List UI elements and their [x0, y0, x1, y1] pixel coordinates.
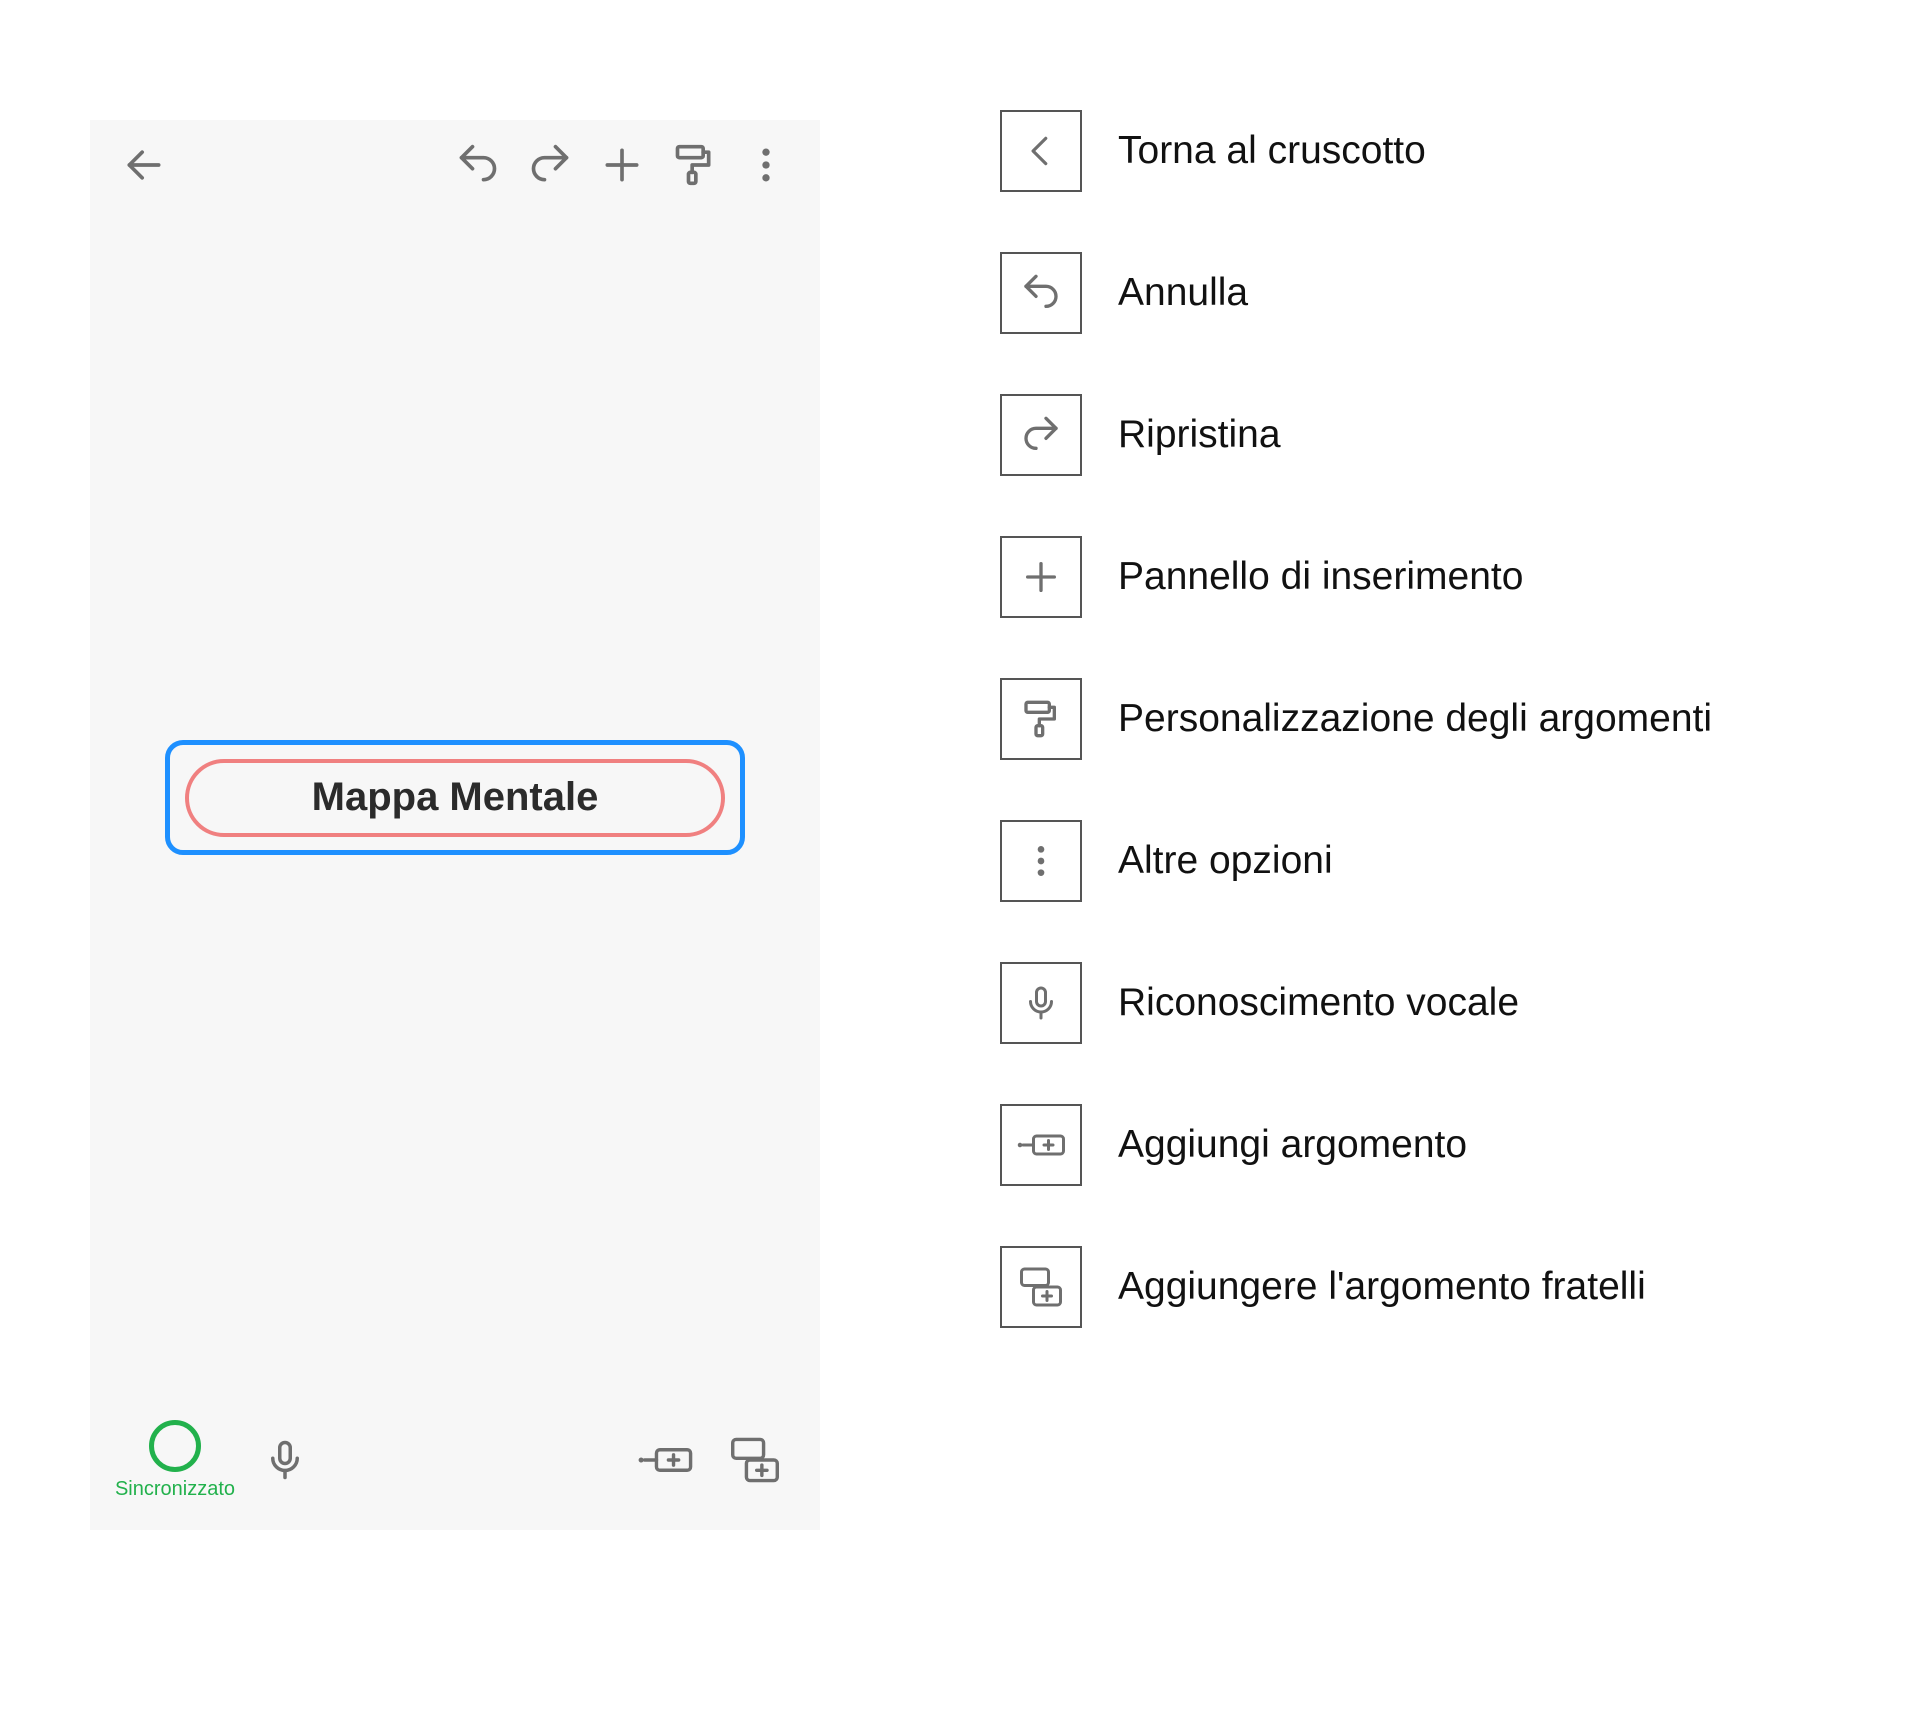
- sync-status[interactable]: Sincronizzato: [110, 1420, 240, 1501]
- microphone-icon: [1000, 962, 1082, 1044]
- more-vertical-icon[interactable]: [730, 129, 802, 201]
- redo-icon: [1000, 394, 1082, 476]
- sync-circle-icon: [149, 1420, 201, 1472]
- legend-item-more: Altre opzioni: [1000, 820, 1820, 902]
- undo-icon: [1000, 252, 1082, 334]
- top-toolbar: [90, 120, 820, 210]
- legend-item-add-sibling: Aggiungere l'argomento fratelli: [1000, 1246, 1820, 1328]
- chevron-left-icon: [1000, 110, 1082, 192]
- legend-item-style: Personalizzazione degli argomenti: [1000, 678, 1820, 760]
- legend-label: Annulla: [1118, 269, 1248, 318]
- legend-label: Altre opzioni: [1118, 837, 1333, 886]
- add-topic-icon: [1000, 1104, 1082, 1186]
- paint-roller-icon: [1000, 678, 1082, 760]
- legend-item-add: Pannello di inserimento: [1000, 536, 1820, 618]
- legend-label: Riconoscimento vocale: [1118, 979, 1519, 1028]
- legend-label: Aggiungere l'argomento fratelli: [1118, 1263, 1646, 1312]
- microphone-icon[interactable]: [240, 1415, 330, 1505]
- legend-label: Personalizzazione degli argomenti: [1118, 695, 1712, 744]
- more-vertical-icon: [1000, 820, 1082, 902]
- redo-icon[interactable]: [514, 129, 586, 201]
- root-node-label: Mappa Mentale: [312, 775, 599, 820]
- legend-item-voice: Riconoscimento vocale: [1000, 962, 1820, 1044]
- mindmap-canvas[interactable]: Mappa Mentale: [90, 210, 820, 1400]
- legend-item-undo: Annulla: [1000, 252, 1820, 334]
- root-node[interactable]: Mappa Mentale: [185, 759, 725, 837]
- add-sibling-icon[interactable]: [710, 1415, 800, 1505]
- legend-item-redo: Ripristina: [1000, 394, 1820, 476]
- legend-label: Aggiungi argomento: [1118, 1121, 1467, 1170]
- legend-item-back: Torna al cruscotto: [1000, 110, 1820, 192]
- plus-icon: [1000, 536, 1082, 618]
- app-screen: Mappa Mentale Sincronizzato: [90, 120, 820, 1530]
- plus-icon[interactable]: [586, 129, 658, 201]
- add-sibling-icon: [1000, 1246, 1082, 1328]
- legend-item-add-topic: Aggiungi argomento: [1000, 1104, 1820, 1186]
- sync-label: Sincronizzato: [115, 1478, 235, 1501]
- node-selection-outline: Mappa Mentale: [165, 740, 745, 855]
- undo-icon[interactable]: [442, 129, 514, 201]
- paint-roller-icon[interactable]: [658, 129, 730, 201]
- legend: Torna al cruscotto Annulla Ripristina Pa…: [1000, 110, 1820, 1388]
- legend-label: Torna al cruscotto: [1118, 127, 1426, 176]
- bottom-toolbar: Sincronizzato: [90, 1400, 820, 1530]
- legend-label: Pannello di inserimento: [1118, 553, 1523, 602]
- back-arrow-icon[interactable]: [108, 129, 180, 201]
- add-topic-icon[interactable]: [620, 1415, 710, 1505]
- legend-label: Ripristina: [1118, 411, 1281, 460]
